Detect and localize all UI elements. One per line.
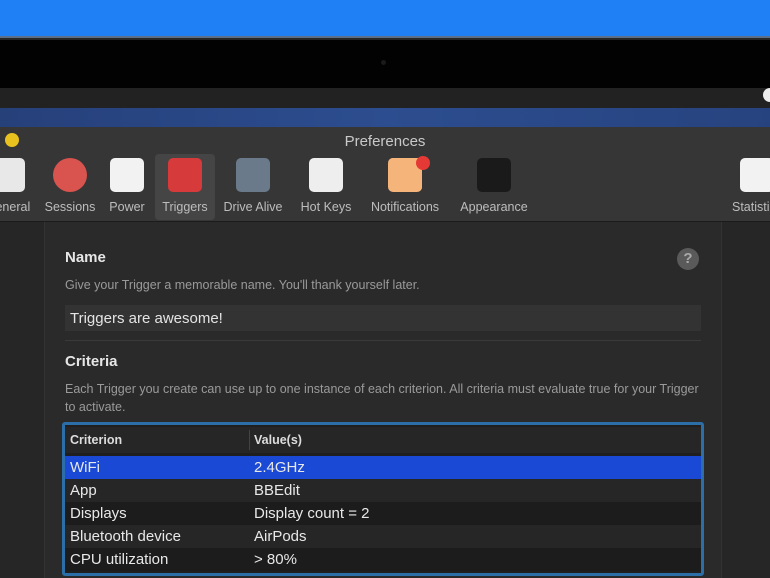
- hot-keys-command-icon: [309, 158, 343, 192]
- triggers-switch-icon: [168, 158, 202, 192]
- power-outlet-icon: [110, 158, 144, 192]
- name-heading: Name: [65, 249, 106, 266]
- toolbar-item-label: Sessions: [44, 200, 96, 214]
- menu-bar: [0, 88, 770, 108]
- drive-alive-eye-icon: [236, 158, 270, 192]
- criteria-description: Each Trigger you create can use up to on…: [65, 382, 699, 414]
- table-header: Criterion Value(s): [65, 427, 701, 453]
- value-cell: 2.4GHz: [254, 459, 305, 476]
- value-cell: Display count = 2: [254, 505, 370, 522]
- table-row[interactable]: CPU utilization > 80%: [65, 548, 701, 571]
- value-cell: BBEdit: [254, 482, 300, 499]
- statistics-chart-icon: [740, 158, 770, 192]
- criterion-cell: WiFi: [70, 459, 100, 476]
- criteria-table[interactable]: Criterion Value(s) WiFi 2.4GHz App BBEdit Di…: [62, 422, 704, 576]
- value-cell: > 80%: [254, 551, 297, 568]
- value-cell: AirPods: [254, 528, 307, 545]
- appearance-tuxedo-icon: [477, 158, 511, 192]
- camera-dot: [381, 60, 386, 65]
- toolbar-item-label: Statistics: [731, 200, 770, 214]
- criterion-cell: Displays: [70, 505, 127, 522]
- table-row[interactable]: WiFi 2.4GHz: [65, 456, 701, 479]
- criterion-cell: Bluetooth device: [70, 528, 181, 545]
- general-toggle-icon: [0, 158, 25, 192]
- criteria-heading: Criteria: [65, 353, 118, 370]
- trigger-name-input[interactable]: [65, 305, 701, 331]
- toolbar-item-label: Notifications: [370, 200, 440, 214]
- column-header-values[interactable]: Value(s): [254, 427, 302, 453]
- toolbar-item-hot-keys[interactable]: Hot Keys: [294, 154, 358, 220]
- criterion-cell: App: [70, 482, 97, 499]
- toolbar-item-drive-alive[interactable]: Drive Alive: [218, 154, 288, 220]
- desktop-wallpaper: [0, 108, 770, 127]
- toolbar-item-notifications[interactable]: Notifications: [364, 154, 446, 220]
- top-blue-band: [0, 0, 770, 38]
- sessions-clock-icon: [53, 158, 87, 192]
- criterion-cell: CPU utilization: [70, 551, 169, 568]
- table-row[interactable]: Displays Display count = 2: [65, 502, 701, 525]
- window-title: Preferences: [344, 133, 426, 150]
- help-icon[interactable]: ?: [677, 248, 699, 270]
- toolbar-item-statistics[interactable]: Statistics: [722, 154, 770, 220]
- toolbar-item-label: Power: [109, 200, 145, 214]
- toolbar-item-label: Drive Alive: [223, 200, 283, 214]
- toolbar-item-label: Appearance: [460, 200, 528, 214]
- notification-badge: [416, 156, 430, 170]
- table-row[interactable]: App BBEdit: [65, 479, 701, 502]
- toolbar-item-triggers[interactable]: Triggers: [155, 154, 215, 220]
- toolbar-item-appearance[interactable]: Appearance: [454, 154, 534, 220]
- table-row[interactable]: Bluetooth device AirPods: [65, 525, 701, 548]
- toolbar-item-general[interactable]: General: [0, 154, 38, 220]
- menu-bar-icon[interactable]: [763, 88, 770, 102]
- column-header-criterion[interactable]: Criterion: [70, 427, 122, 453]
- toolbar-item-label: Triggers: [162, 200, 208, 214]
- toolbar-item-power[interactable]: Power: [98, 154, 156, 220]
- toolbar-item-label: Hot Keys: [300, 200, 352, 214]
- toolbar-item-label: General: [0, 200, 31, 214]
- toolbar-item-sessions[interactable]: Sessions: [40, 154, 100, 220]
- name-description: Give your Trigger a memorable name. You'…: [65, 278, 420, 292]
- column-divider[interactable]: [249, 430, 250, 450]
- divider: [65, 340, 701, 341]
